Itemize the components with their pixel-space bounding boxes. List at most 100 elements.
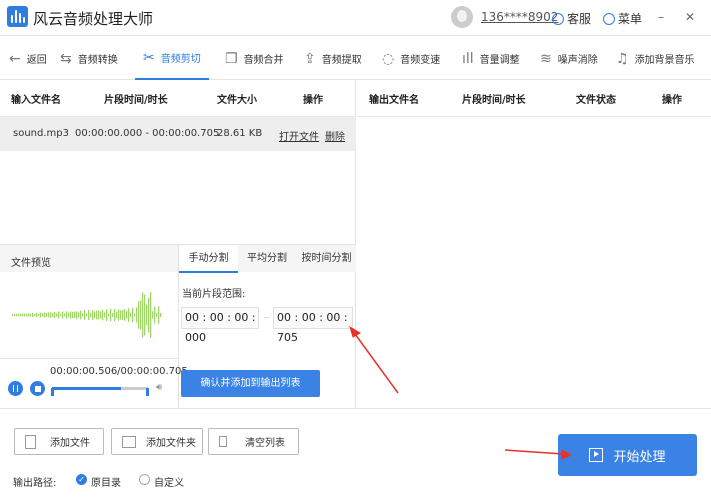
waveform-bar: [44, 312, 46, 318]
add-file-button[interactable]: 添加文件: [14, 428, 104, 455]
waveform-bar: [112, 313, 114, 317]
waveform-bar: [52, 312, 54, 318]
tab-audio-cut[interactable]: ✂ 音频剪切: [135, 37, 209, 80]
delete-link[interactable]: 删除: [325, 128, 345, 143]
account-link[interactable]: 136****8902: [481, 10, 558, 24]
end-time-input[interactable]: 00 : 00 : 00 : 705: [273, 307, 353, 344]
tab-bg-music[interactable]: ♫ 添加背景音乐: [616, 37, 695, 80]
tab-even-split[interactable]: 平均分割: [238, 245, 296, 273]
preview-title: 文件预览: [11, 258, 51, 269]
waveform-bar: [130, 312, 132, 318]
waveform-bar: [94, 311, 96, 319]
split-tabs: 手动分割 平均分割 按时间分割: [178, 244, 357, 273]
service-label: 客服: [567, 12, 592, 26]
original-dir-label[interactable]: 原目录: [91, 474, 121, 489]
trim-start-handle[interactable]: [51, 388, 54, 396]
speed-icon: ◌: [382, 50, 395, 67]
add-folder-button[interactable]: 添加文件夹: [111, 428, 203, 455]
tab-denoise[interactable]: ≋ 噪声消除: [540, 37, 598, 80]
waveform-bar: [32, 312, 34, 318]
add-folder-label: 添加文件夹: [146, 438, 196, 449]
waveform[interactable]: [12, 292, 162, 338]
output-path-label: 输出路径:: [13, 478, 57, 489]
radio-original-dir[interactable]: ✓: [76, 474, 87, 485]
waveform-bar: [120, 310, 122, 320]
tab-label: 音频剪切: [160, 54, 201, 65]
waveform-bar: [72, 311, 74, 319]
start-time-input[interactable]: 00 : 00 : 00 : 000: [181, 307, 259, 344]
playback-slider[interactable]: [52, 387, 148, 390]
headset-icon: [552, 13, 564, 25]
waveform-bar: [138, 301, 140, 329]
waveform-bar: [136, 307, 138, 323]
waveform-bar: [102, 309, 104, 321]
waveform-bar: [86, 313, 88, 317]
stop-button[interactable]: [30, 381, 45, 396]
arrow-left-icon: ←: [9, 50, 21, 67]
waveform-bar: [68, 312, 70, 318]
table-row[interactable]: sound.mp3 00:00:00.000 - 00:00:00.705 28…: [0, 117, 356, 151]
trim-end-handle[interactable]: [146, 388, 149, 396]
waveform-bar: [42, 313, 44, 317]
tab-audio-extract[interactable]: ⇪ 音频提取: [304, 37, 362, 80]
waveform-bar: [160, 312, 162, 318]
menu-label: 菜单: [618, 12, 643, 26]
tab-label: 音频转换: [77, 55, 118, 66]
tab-label: 噪声消除: [557, 55, 598, 66]
tab-audio-merge[interactable]: ❐ 音频合并: [225, 37, 284, 80]
open-file-link[interactable]: 打开文件: [279, 128, 319, 143]
clear-label: 清空列表: [245, 438, 285, 449]
minimize-button[interactable]: –: [658, 10, 664, 24]
waveform-bar: [104, 312, 106, 318]
preview-header: 文件预览: [0, 244, 178, 272]
waveform-bar: [60, 313, 62, 317]
volume-icon[interactable]: 🔊︎: [156, 382, 162, 393]
menu-button[interactable]: 菜单: [603, 10, 642, 27]
tab-label: 音频合并: [243, 55, 284, 66]
tab-volume[interactable]: ıll 音量调整: [462, 37, 520, 80]
col-header: 片段时间/时长: [104, 94, 168, 106]
waveform-bar: [30, 313, 32, 317]
col-header: 片段时间/时长: [462, 94, 526, 106]
waveform-bar: [116, 311, 118, 319]
waveform-bar: [98, 310, 100, 320]
clear-list-button[interactable]: 清空列表: [208, 428, 299, 455]
waveform-bar: [62, 311, 64, 319]
tab-label: 音量调整: [479, 55, 520, 66]
close-button[interactable]: ✕: [685, 10, 695, 24]
waveform-bar: [96, 310, 98, 320]
radio-custom-dir[interactable]: [139, 474, 150, 485]
waveform-bar: [146, 304, 148, 326]
confirm-add-button[interactable]: 确认并添加到输出列表: [181, 370, 320, 397]
tab-audio-convert[interactable]: ⇆ 音频转换: [60, 37, 118, 80]
pause-button[interactable]: [8, 381, 23, 396]
back-label: 返回: [26, 55, 47, 66]
file-name: sound.mp3: [13, 128, 69, 139]
playback-time: 00:00:00.506/00:00:00.705: [50, 366, 188, 377]
waveform-bar: [154, 306, 156, 324]
tab-time-split[interactable]: 按时间分割: [296, 245, 357, 273]
start-processing-button[interactable]: 开始处理: [558, 434, 697, 476]
convert-icon: ⇆: [60, 50, 72, 67]
waveform-bar: [38, 313, 40, 317]
tab-manual-split[interactable]: 手动分割: [179, 245, 238, 273]
waveform-bar: [118, 309, 120, 321]
custom-dir-label[interactable]: 自定义: [154, 474, 184, 489]
col-header: 输入文件名: [11, 94, 61, 106]
waveform-bar: [36, 312, 38, 318]
tab-audio-speed[interactable]: ◌ 音频变速: [382, 37, 440, 80]
arrow-to-end-time: [349, 325, 399, 394]
avatar[interactable]: [451, 6, 473, 28]
waveform-bar: [148, 297, 150, 333]
feature-nav: ← 返回 ⇆ 音频转换 ✂ 音频剪切 ❐ 音频合并 ⇪ 音频提取 ◌ 音频变速 ıll 音量调…: [0, 37, 711, 80]
waveform-bar: [76, 311, 78, 319]
waveform-bar: [144, 294, 146, 336]
title-bar: 风云音频处理大师 136****8902 客服 菜单 – ✕: [0, 0, 711, 36]
col-header: 文件状态: [576, 94, 616, 106]
waveform-bar: [90, 312, 92, 318]
waveform-bar: [28, 313, 30, 317]
waveform-bar: [14, 313, 16, 317]
waveform-bar: [12, 314, 14, 316]
back-button[interactable]: ← 返回: [9, 37, 47, 80]
service-button[interactable]: 客服: [552, 10, 591, 27]
